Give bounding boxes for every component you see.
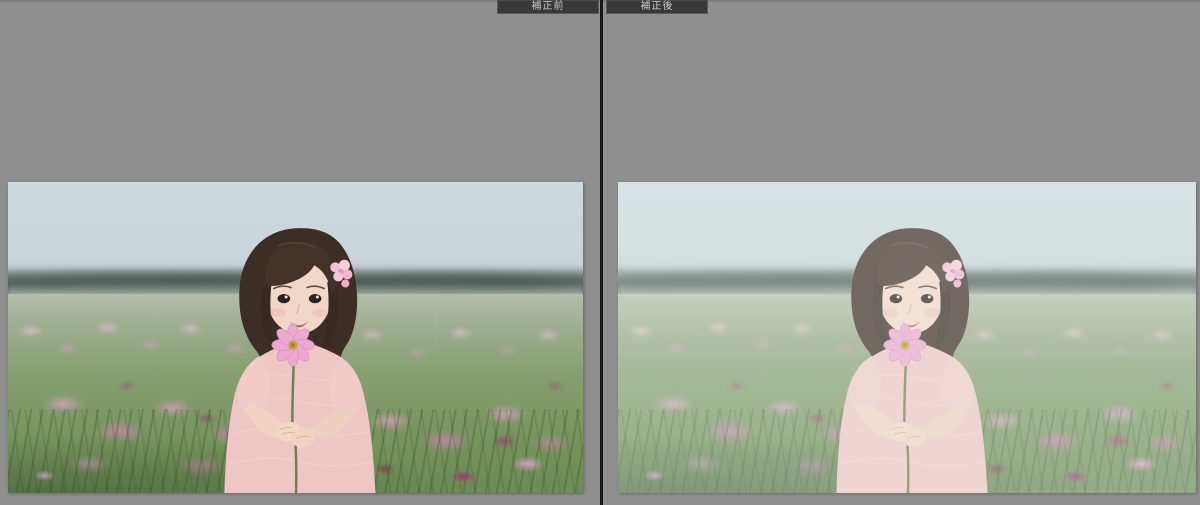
before-after-compare-view: 補正前 補正後 [0,0,1200,505]
woman-subject [811,222,1013,493]
held-flower [272,324,314,366]
dress [836,340,987,493]
after-label: 補正後 [606,0,708,14]
eye-left [889,294,901,303]
eye-left [278,294,290,303]
sleeve-right [941,357,973,415]
sleeve-right [330,357,362,415]
after-label-text: 補正後 [641,1,674,12]
before-label: 補正前 [497,0,599,14]
before-label-text: 補正前 [532,1,565,12]
woman-subject [199,222,401,493]
pane-divider [600,0,603,505]
eye-right [920,294,932,303]
eye-right [309,294,321,303]
dress [225,340,376,493]
before-photo[interactable] [8,182,583,493]
held-flower [883,324,925,366]
after-photo[interactable] [618,182,1196,493]
